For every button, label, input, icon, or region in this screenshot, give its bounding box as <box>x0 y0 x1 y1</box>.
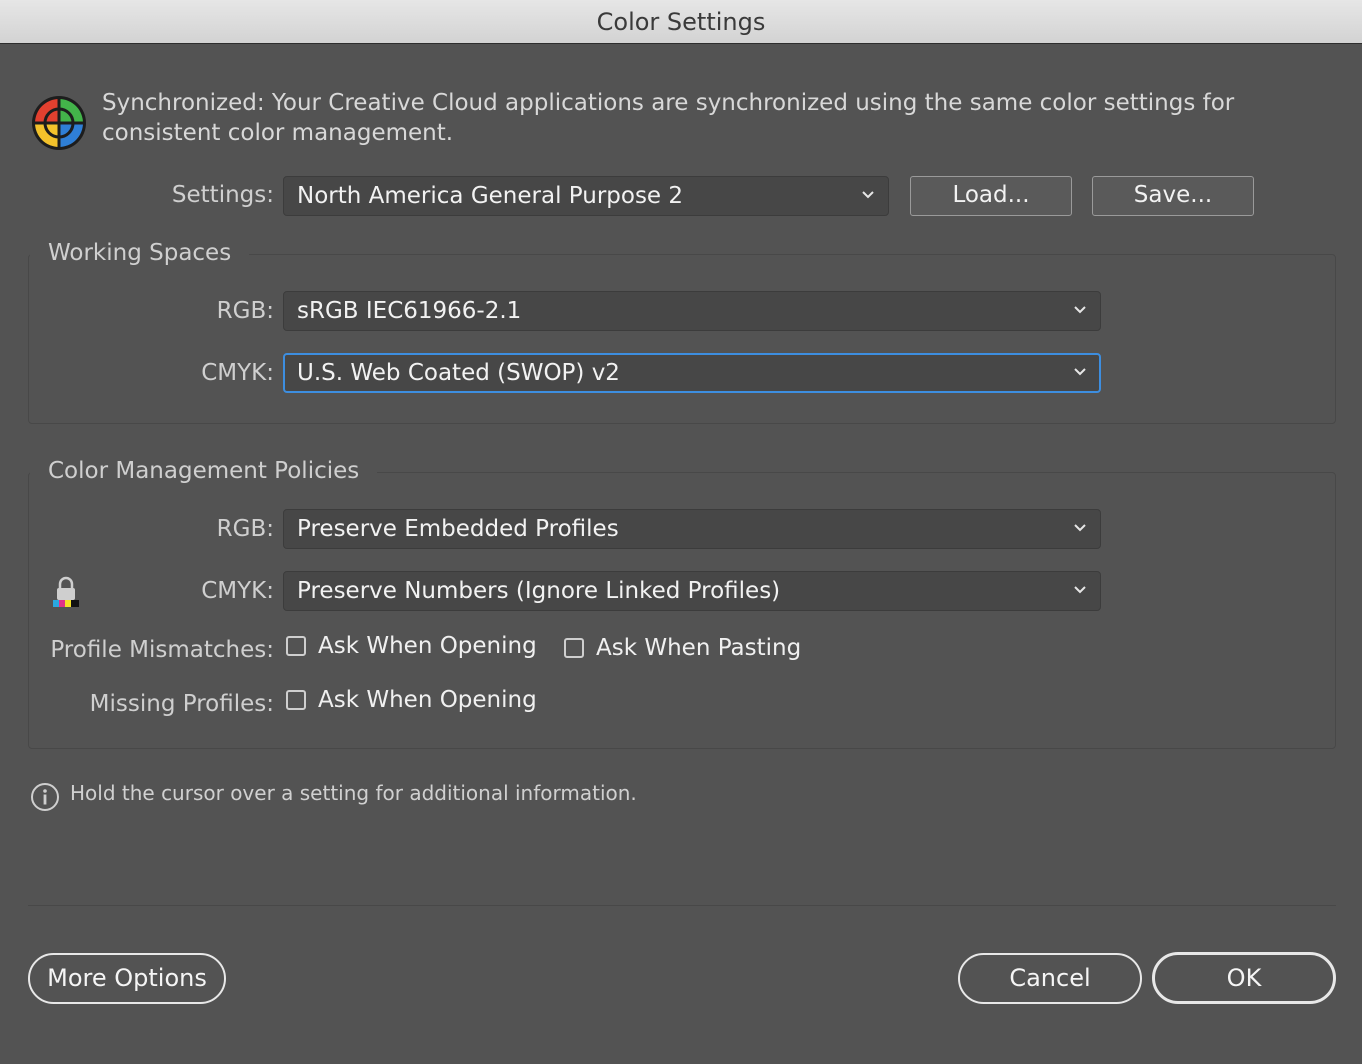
policy-cmyk-label: CMYK: <box>201 578 274 604</box>
profile-mismatches-label: Profile Mismatches: <box>50 637 274 663</box>
ws-cmyk-dropdown[interactable]: U.S. Web Coated (SWOP) v2 <box>283 353 1101 393</box>
lock-icon <box>53 576 79 607</box>
missing-profiles-label: Missing Profiles: <box>89 691 274 717</box>
policy-cmyk-value: Preserve Numbers (Ignore Linked Profiles… <box>297 578 781 604</box>
mismatch-opening-checkbox[interactable] <box>286 636 306 656</box>
ok-button[interactable]: OK <box>1152 952 1336 1004</box>
load-button[interactable]: Load... <box>910 176 1072 216</box>
policy-rgb-label: RGB: <box>216 516 274 542</box>
cancel-button[interactable]: Cancel <box>958 953 1142 1004</box>
missing-opening-checkbox[interactable] <box>286 690 306 710</box>
color-wheel-icon <box>32 96 86 150</box>
ws-rgb-label: RGB: <box>216 298 274 324</box>
missing-opening-label[interactable]: Ask When Opening <box>318 687 537 713</box>
save-button[interactable]: Save... <box>1092 176 1254 216</box>
more-options-button[interactable]: More Options <box>28 953 226 1004</box>
working-spaces-title: Working Spaces <box>30 239 250 267</box>
ws-rgb-dropdown[interactable]: sRGB IEC61966-2.1 <box>283 291 1101 331</box>
working-spaces-group <box>28 254 1336 424</box>
chevron-down-icon <box>1074 306 1086 314</box>
policy-rgb-dropdown[interactable]: Preserve Embedded Profiles <box>283 509 1101 549</box>
mismatch-pasting-label[interactable]: Ask When Pasting <box>596 635 801 661</box>
settings-label: Settings: <box>171 182 274 208</box>
footer-divider <box>28 905 1336 906</box>
policy-cmyk-dropdown[interactable]: Preserve Numbers (Ignore Linked Profiles… <box>283 571 1101 611</box>
ws-cmyk-label: CMYK: <box>201 360 274 386</box>
chevron-down-icon <box>862 191 874 199</box>
sync-message: Synchronized: Your Creative Cloud applic… <box>102 90 1235 146</box>
chevron-down-icon <box>1074 524 1086 532</box>
mismatch-opening-label[interactable]: Ask When Opening <box>318 633 537 659</box>
mismatch-pasting-checkbox[interactable] <box>564 638 584 658</box>
info-icon <box>31 783 59 811</box>
ws-cmyk-value: U.S. Web Coated (SWOP) v2 <box>297 360 620 386</box>
ws-rgb-value: sRGB IEC61966-2.1 <box>297 298 522 324</box>
policy-rgb-value: Preserve Embedded Profiles <box>297 516 619 542</box>
policies-title: Color Management Policies <box>30 457 378 485</box>
info-text: Hold the cursor over a setting for addit… <box>70 781 637 805</box>
settings-dropdown[interactable]: North America General Purpose 2 <box>283 176 889 216</box>
window-title: Color Settings <box>0 0 1362 44</box>
chevron-down-icon <box>1074 368 1086 376</box>
chevron-down-icon <box>1074 586 1086 594</box>
settings-value: North America General Purpose 2 <box>297 183 684 209</box>
